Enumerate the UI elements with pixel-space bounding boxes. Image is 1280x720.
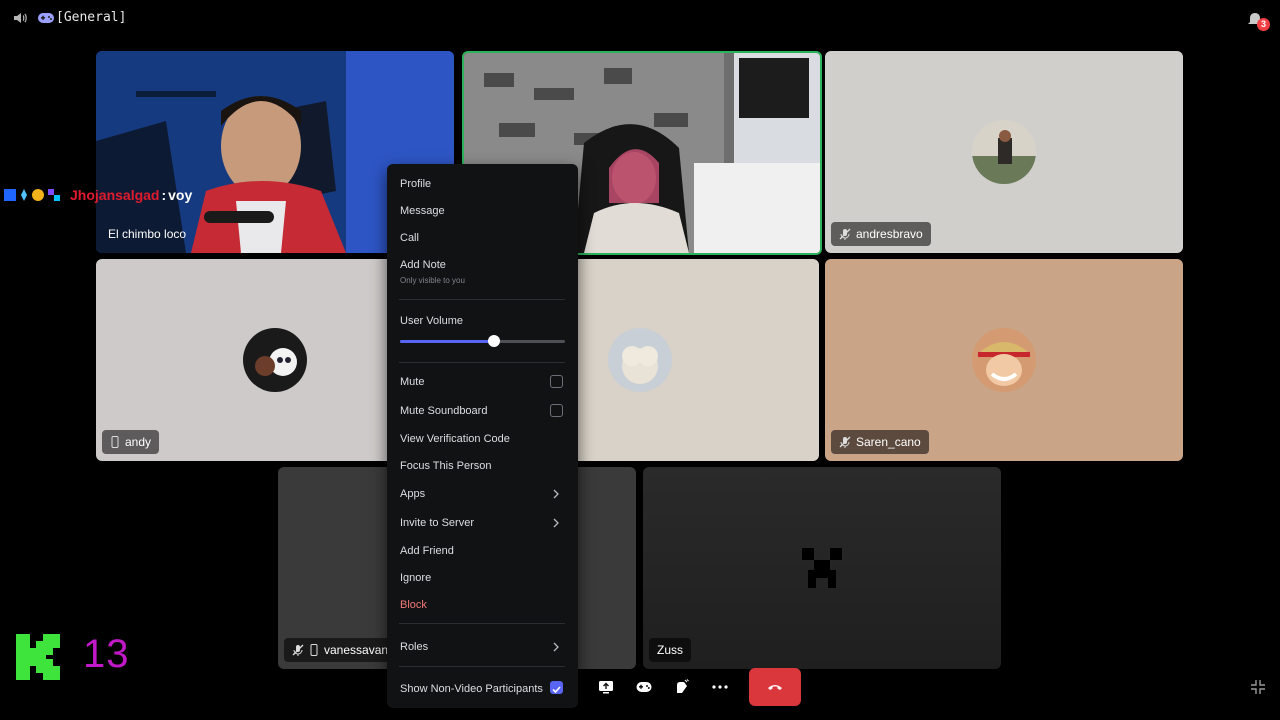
user-context-menu: Profile Message Call Add Note Only visib… — [387, 164, 578, 708]
menu-item-invite-to-server[interactable]: Invite to Server — [400, 517, 474, 529]
channel-name: [General] — [56, 10, 127, 25]
notification-badge: 3 — [1257, 18, 1270, 31]
video-tile-zuss[interactable]: Zuss — [643, 467, 1001, 669]
gamepad-icon — [636, 682, 652, 692]
top-bar: [General] 3 — [0, 0, 1280, 38]
chevron-right-icon — [553, 642, 559, 652]
menu-divider — [399, 299, 565, 300]
mic-off-icon — [839, 436, 851, 448]
menu-item-apps[interactable]: Apps — [400, 488, 425, 500]
exit-fullscreen-icon[interactable] — [1250, 679, 1266, 695]
mic-off-icon — [292, 644, 304, 656]
activities-button[interactable] — [625, 668, 663, 706]
call-controls — [587, 668, 739, 706]
participant-name: Saren_cano — [856, 435, 921, 449]
menu-item-message[interactable]: Message — [400, 205, 445, 217]
menu-item-add-friend[interactable]: Add Friend — [400, 545, 454, 557]
menu-item-profile[interactable]: Profile — [400, 178, 431, 190]
avatar — [972, 120, 1036, 184]
participant-label: andresbravo — [831, 222, 931, 246]
user-volume-fill — [400, 340, 494, 343]
participant-name: vanessavand — [324, 643, 395, 657]
participant-label: El chimbo loco — [102, 222, 194, 246]
avatar — [972, 328, 1036, 392]
chevron-right-icon — [553, 489, 559, 499]
more-options-button[interactable] — [701, 668, 739, 706]
menu-item-ignore[interactable]: Ignore — [400, 572, 431, 584]
menu-divider — [399, 666, 565, 667]
soundboard-button[interactable] — [663, 668, 701, 706]
participant-label: Saren_cano — [831, 430, 929, 454]
avatar — [243, 328, 307, 392]
share-screen-button[interactable] — [587, 668, 625, 706]
menu-item-call[interactable]: Call — [400, 232, 419, 244]
share-screen-icon — [599, 681, 613, 694]
participant-label: vanessavand — [284, 638, 403, 662]
menu-item-mute[interactable]: Mute — [400, 376, 424, 388]
disconnect-button[interactable] — [749, 668, 801, 706]
video-tile-andresbravo[interactable]: andresbravo — [825, 51, 1183, 253]
creeper-avatar-image — [802, 548, 842, 588]
avatar — [608, 328, 672, 392]
soundboard-icon — [677, 679, 689, 693]
menu-item-mute-soundboard[interactable]: Mute Soundboard — [400, 405, 487, 417]
participant-label: andy — [102, 430, 160, 454]
stream-chat-line: Jhojansalgad : voy — [4, 187, 192, 203]
participant-name: andy — [125, 435, 152, 449]
chevron-right-icon — [553, 518, 559, 528]
user-volume-handle[interactable] — [488, 335, 500, 347]
participant-name: andresbravo — [856, 227, 923, 241]
user-volume-label: User Volume — [400, 315, 463, 327]
menu-item-add-note[interactable]: Add Note — [400, 259, 446, 271]
mobile-icon — [310, 644, 318, 656]
menu-item-focus-this-person[interactable]: Focus This Person — [400, 460, 492, 472]
checkmark-icon — [552, 686, 561, 694]
hang-up-icon — [768, 685, 782, 690]
show-non-video-checkbox[interactable] — [550, 681, 563, 694]
mic-off-icon — [839, 228, 851, 240]
participant-name: Zuss — [657, 643, 684, 657]
chat-username: Jhojansalgad — [70, 187, 160, 203]
gamepad-icon — [38, 13, 54, 23]
menu-divider — [399, 623, 565, 624]
mobile-icon — [111, 436, 119, 448]
participant-label: Zuss — [649, 638, 692, 662]
mute-soundboard-checkbox[interactable] — [550, 404, 563, 417]
mute-checkbox[interactable] — [550, 375, 563, 388]
chat-separator: : — [161, 187, 167, 203]
add-note-hint: Only visible to you — [400, 276, 465, 285]
participant-name: El chimbo loco — [108, 227, 187, 241]
menu-item-show-non-video-participants[interactable]: Show Non-Video Participants — [400, 683, 543, 695]
overlay-number: 13 — [83, 632, 130, 676]
menu-item-block[interactable]: Block — [400, 599, 427, 611]
menu-divider — [399, 362, 565, 363]
menu-item-roles[interactable]: Roles — [400, 641, 428, 653]
more-dots-icon — [712, 685, 728, 689]
chat-message: voy — [168, 187, 193, 203]
video-tile-saren-cano[interactable]: Saren_cano — [825, 259, 1183, 461]
kick-logo — [16, 634, 60, 680]
chat-badges-icon — [4, 189, 60, 201]
speaker-icon[interactable] — [12, 10, 28, 26]
menu-item-view-verification-code[interactable]: View Verification Code — [400, 433, 510, 445]
